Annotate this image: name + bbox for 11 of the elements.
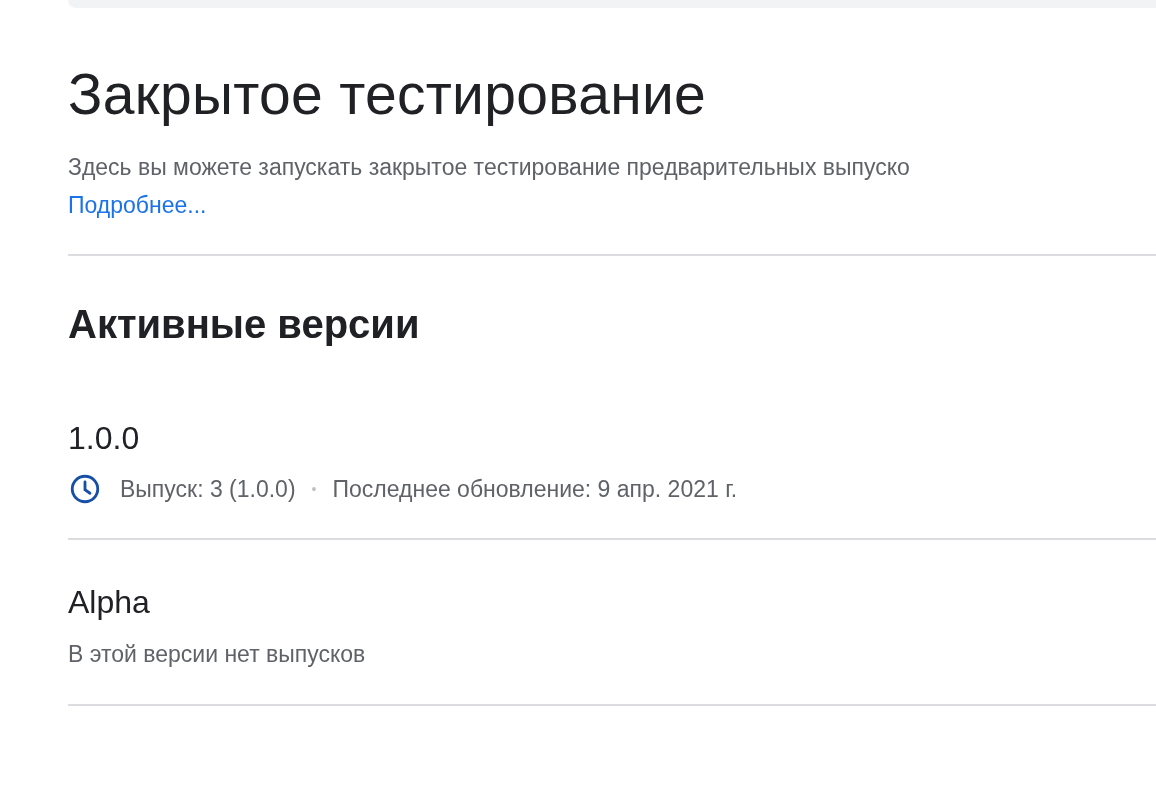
- empty-note: В этой версии нет выпусков: [68, 640, 367, 669]
- separator-dot: •: [311, 480, 317, 499]
- page-title: Закрытое тестирование: [68, 61, 708, 128]
- section-heading: Активные версии: [68, 301, 421, 348]
- track-name: 1.0.0: [68, 419, 141, 458]
- clock-icon: [68, 472, 102, 506]
- last-updated: Последнее обновление: 9 апр. 2021 г.: [332, 475, 738, 504]
- learn-more-link[interactable]: Подробнее...: [68, 186, 207, 224]
- page-description: Здесь вы можете запускать закрытое тестирование предварительных выпуско: [68, 153, 911, 182]
- track-name: Alpha: [68, 583, 151, 622]
- release-info: Выпуск: 3 (1.0.0): [120, 475, 296, 504]
